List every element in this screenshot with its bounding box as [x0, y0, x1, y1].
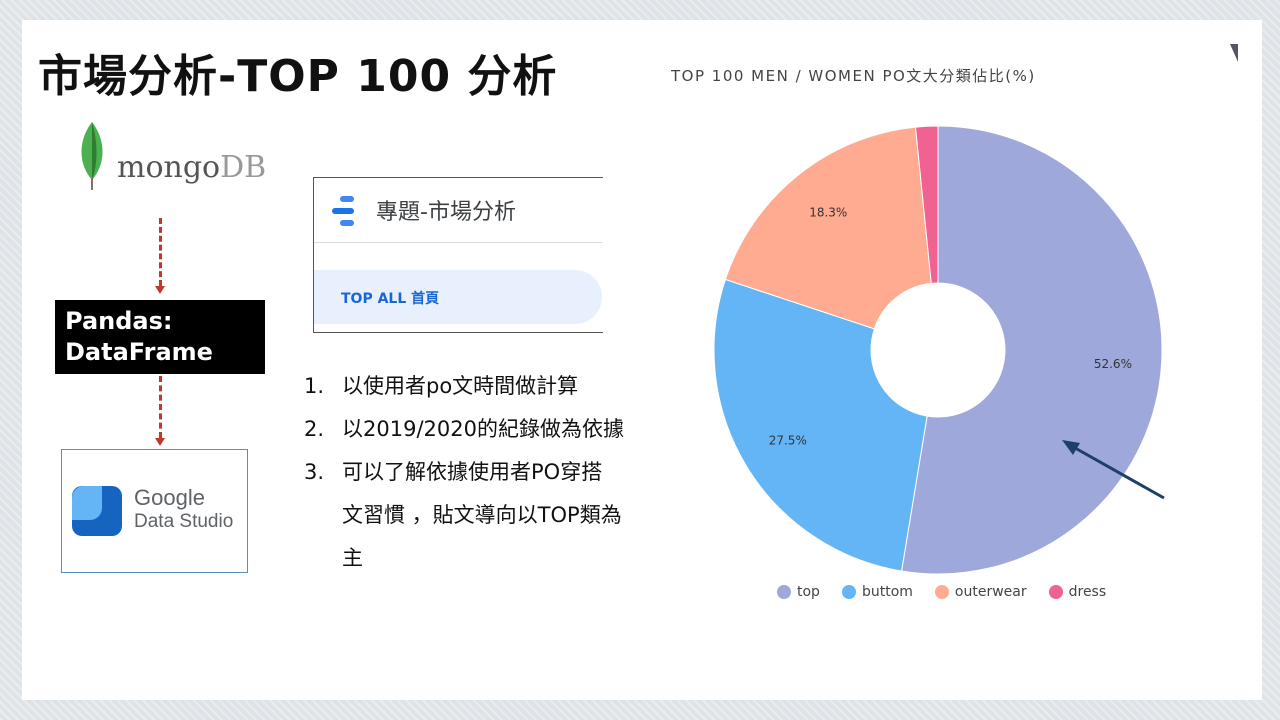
legend-item-top[interactable]: top	[777, 584, 820, 600]
legend-item-outerwear[interactable]: outerwear	[934, 584, 1027, 600]
legend-label: dress	[1068, 584, 1107, 600]
legend-swatch	[1048, 585, 1063, 599]
chart-legend: top buttom outerwear dress	[777, 584, 1106, 600]
pie-slice-buttom[interactable]	[713, 278, 928, 572]
data-label-buttom: 27.5%	[769, 433, 807, 447]
legend-swatch	[934, 585, 949, 599]
data-label-outerwear: 18.3%	[809, 206, 847, 220]
legend-label: outerwear	[954, 584, 1027, 600]
legend-label: buttom	[861, 584, 913, 600]
slide: 市場分析-TOP 100 分析 mongoDB Pandas: DataFram…	[22, 20, 1262, 700]
data-label-top: 52.6%	[1094, 357, 1132, 371]
pie-slice-top[interactable]	[900, 125, 1163, 575]
legend-item-buttom[interactable]: buttom	[841, 584, 913, 600]
legend-label: top	[797, 584, 820, 600]
legend-item-dress[interactable]: dress	[1048, 584, 1107, 600]
legend-swatch	[777, 585, 791, 599]
legend-swatch	[841, 585, 856, 599]
